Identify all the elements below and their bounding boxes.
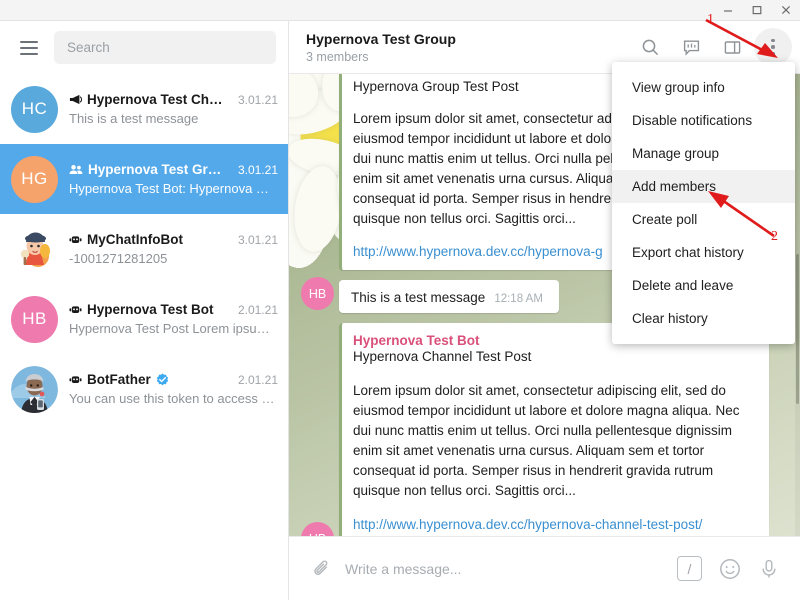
- chat-list-item[interactable]: HGHypernova Test Group3.01.21Hypernova T…: [0, 144, 288, 214]
- chat-list-item-titleline: Hypernova Test Group 3.01.21: [69, 162, 278, 177]
- avatar[interactable]: HC: [11, 86, 58, 133]
- chat-list-item[interactable]: HBHypernova Test Bot2.01.21Hypernova Tes…: [0, 284, 288, 354]
- window-titlebar: [0, 0, 800, 21]
- commands-label: /: [688, 561, 692, 577]
- dropdown-menu-item[interactable]: Disable notifications: [612, 104, 795, 137]
- message-input-placeholder: Write a message...: [345, 561, 461, 577]
- message-avatar[interactable]: HB: [301, 277, 334, 310]
- chat-list-item-name: BotFather: [87, 372, 151, 387]
- chat-list-item-titleline: MyChatInfoBot 3.01.21: [69, 232, 278, 247]
- chat-list-item-preview: Hypernova Test Post Lorem ipsu…: [69, 321, 278, 336]
- chat-list-item-name: Hypernova Test Group: [88, 162, 227, 177]
- commands-button[interactable]: /: [677, 556, 702, 581]
- search-input[interactable]: Search: [54, 31, 276, 64]
- chat-list-sidebar: Search HC Hypernova Test Cha… 3.01.21 This …: [0, 21, 289, 600]
- dropdown-menu-item[interactable]: Delete and leave: [612, 269, 795, 302]
- message-text: Lorem ipsum dolor sit amet, consectetur …: [353, 381, 757, 501]
- avatar[interactable]: HG: [11, 156, 58, 203]
- composer-actions: /: [677, 556, 788, 581]
- message-title: Hypernova Channel Test Post: [353, 349, 757, 364]
- search-icon[interactable]: [631, 28, 669, 66]
- annotation-label-2: 2: [771, 229, 778, 245]
- group-options-dropdown: View group infoDisable notificationsMana…: [612, 62, 795, 344]
- chat-list-item-body: Hypernova Test Group3.01.21Hypernova Tes…: [69, 162, 278, 196]
- chat-list-item[interactable]: BotFather 2.01.21 You can use this token t…: [0, 354, 288, 424]
- message-bubble-short[interactable]: This is a test message 12:18 AM: [339, 280, 559, 313]
- message-link[interactable]: http://www.hypernova.dev.cc/hypernova-g: [353, 244, 603, 259]
- avatar[interactable]: HB: [11, 296, 58, 343]
- bot-icon: [69, 303, 82, 316]
- chat-list-item-body: Hypernova Test Bot2.01.21Hypernova Test …: [69, 302, 278, 336]
- message-text: This is a test message: [351, 288, 485, 308]
- more-options-icon[interactable]: [754, 28, 792, 66]
- chat-list-item-name: MyChatInfoBot: [87, 232, 183, 247]
- chat-list-item-body: Hypernova Test Cha… 3.01.21 This is a test…: [69, 92, 278, 126]
- annotation-label-1: 1: [707, 12, 714, 28]
- dropdown-menu-item[interactable]: Export chat history: [612, 236, 795, 269]
- chat-list-item-preview: -1001271281205: [69, 251, 278, 266]
- chat-list-item[interactable]: MyChatInfoBot 3.01.21 -1001271281205: [0, 214, 288, 284]
- maximize-button[interactable]: [742, 0, 771, 20]
- page-title: Hypernova Test Group: [306, 31, 456, 47]
- chat-list-item-name: Hypernova Test Cha…: [87, 92, 227, 107]
- chat-list-item-date: 3.01.21: [232, 163, 278, 177]
- chat-list-item-date: 3.01.21: [232, 233, 278, 247]
- chat-list-item-date: 2.01.21: [232, 303, 278, 317]
- channel-icon: [69, 93, 82, 106]
- chat-list-item-preview: Hypernova Test Bot: Hypernova …: [69, 181, 278, 196]
- chat-list-item-body: MyChatInfoBot 3.01.21 -1001271281205: [69, 232, 278, 266]
- chat-list-item-titleline: BotFather 2.01.21: [69, 372, 278, 387]
- bot-icon: [69, 233, 82, 246]
- bot-icon: [69, 373, 82, 386]
- chat-list-item-titleline: Hypernova Test Bot 2.01.21: [69, 302, 278, 317]
- member-count: 3 members: [306, 50, 456, 64]
- chat-header-actions: [631, 28, 792, 66]
- close-button[interactable]: [771, 0, 800, 20]
- telegram-window: Search HC Hypernova Test Cha… 3.01.21 This …: [0, 0, 800, 600]
- group-icon: [69, 163, 83, 176]
- emoji-icon[interactable]: [718, 557, 742, 581]
- message-bubble-channel-post[interactable]: Hypernova Test Bot Hypernova Channel Tes…: [339, 323, 769, 561]
- avatar[interactable]: [11, 226, 58, 273]
- dropdown-menu-item[interactable]: View group info: [612, 71, 795, 104]
- message-link[interactable]: http://www.hypernova.dev.cc/hypernova-ch…: [353, 517, 702, 532]
- poll-icon[interactable]: [672, 28, 710, 66]
- chat-list-item-name: Hypernova Test Bot: [87, 302, 214, 317]
- chat-list-item-titleline: Hypernova Test Cha… 3.01.21: [69, 92, 278, 107]
- chat-list-item-preview: This is a test message: [69, 111, 278, 126]
- panel-icon[interactable]: [713, 28, 751, 66]
- dropdown-menu-item[interactable]: Manage group: [612, 137, 795, 170]
- message-input[interactable]: Write a message...: [339, 561, 677, 577]
- minimize-button[interactable]: [713, 0, 742, 20]
- avatar[interactable]: [11, 366, 58, 413]
- hamburger-menu-icon[interactable]: [12, 31, 46, 65]
- chat-list-item-preview: You can use this token to access …: [69, 391, 278, 406]
- dropdown-menu-item[interactable]: Create poll: [612, 203, 795, 236]
- chat-list-item-body: BotFather 2.01.21 You can use this token t…: [69, 372, 278, 406]
- message-composer: Write a message... /: [289, 536, 800, 600]
- chat-list-item[interactable]: HC Hypernova Test Cha… 3.01.21 This is a te…: [0, 74, 288, 144]
- microphone-icon[interactable]: [758, 558, 780, 580]
- verified-badge-icon: [156, 373, 169, 386]
- search-placeholder: Search: [67, 40, 110, 55]
- message-time: 12:18 AM: [494, 293, 543, 305]
- paperclip-icon[interactable]: [303, 551, 339, 587]
- dropdown-menu-item[interactable]: Clear history: [612, 302, 795, 335]
- add-members-menu-item[interactable]: Add members: [612, 170, 795, 203]
- sidebar-header: Search: [0, 21, 288, 74]
- chat-list-item-date: 2.01.21: [232, 373, 278, 387]
- chat-list-item-date: 3.01.21: [232, 93, 278, 107]
- chat-list: HC Hypernova Test Cha… 3.01.21 This is a te…: [0, 74, 288, 424]
